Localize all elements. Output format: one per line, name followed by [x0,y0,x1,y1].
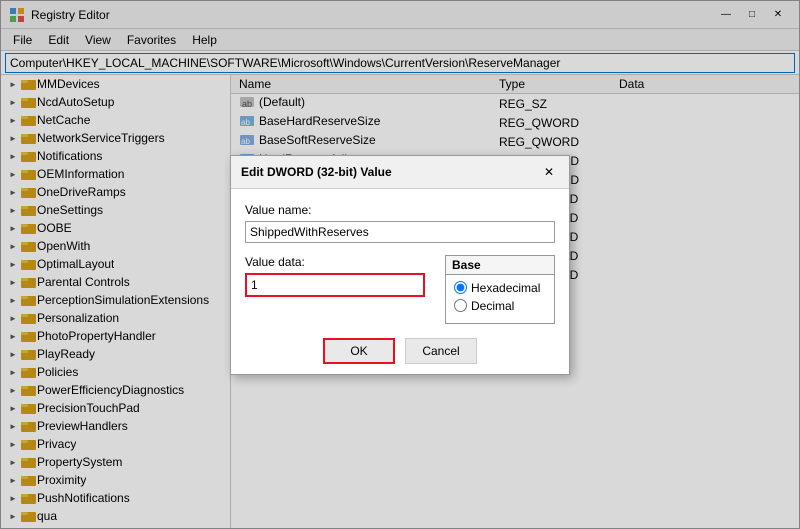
decimal-radio[interactable] [454,299,467,312]
dialog-title: Edit DWORD (32-bit) Value [241,165,392,179]
base-title: Base [445,255,555,275]
hexadecimal-radio[interactable] [454,281,467,294]
cancel-button[interactable]: Cancel [405,338,477,364]
data-column: Value data: [245,255,425,297]
modal-overlay: Edit DWORD (32-bit) Value ✕ Value name: … [0,0,800,529]
value-name-input[interactable] [245,221,555,243]
base-column: Base Hexadecimal Decimal [445,255,555,324]
value-data-label: Value data: [245,255,425,269]
ok-button[interactable]: OK [323,338,395,364]
dialog-close-button[interactable]: ✕ [539,162,559,182]
value-data-input[interactable] [245,273,425,297]
hexadecimal-option: Hexadecimal [454,281,546,295]
dialog-body: Value name: Value data: Base Hexadecimal [231,189,569,374]
decimal-option: Decimal [454,299,546,313]
dialog-title-bar: Edit DWORD (32-bit) Value ✕ [231,156,569,189]
value-name-label: Value name: [245,203,555,217]
dialog-buttons: OK Cancel [245,338,555,364]
hexadecimal-label: Hexadecimal [471,281,540,295]
dialog-row: Value data: Base Hexadecimal [245,255,555,324]
decimal-label: Decimal [471,299,514,313]
edit-dword-dialog: Edit DWORD (32-bit) Value ✕ Value name: … [230,155,570,375]
base-options: Hexadecimal Decimal [445,275,555,324]
